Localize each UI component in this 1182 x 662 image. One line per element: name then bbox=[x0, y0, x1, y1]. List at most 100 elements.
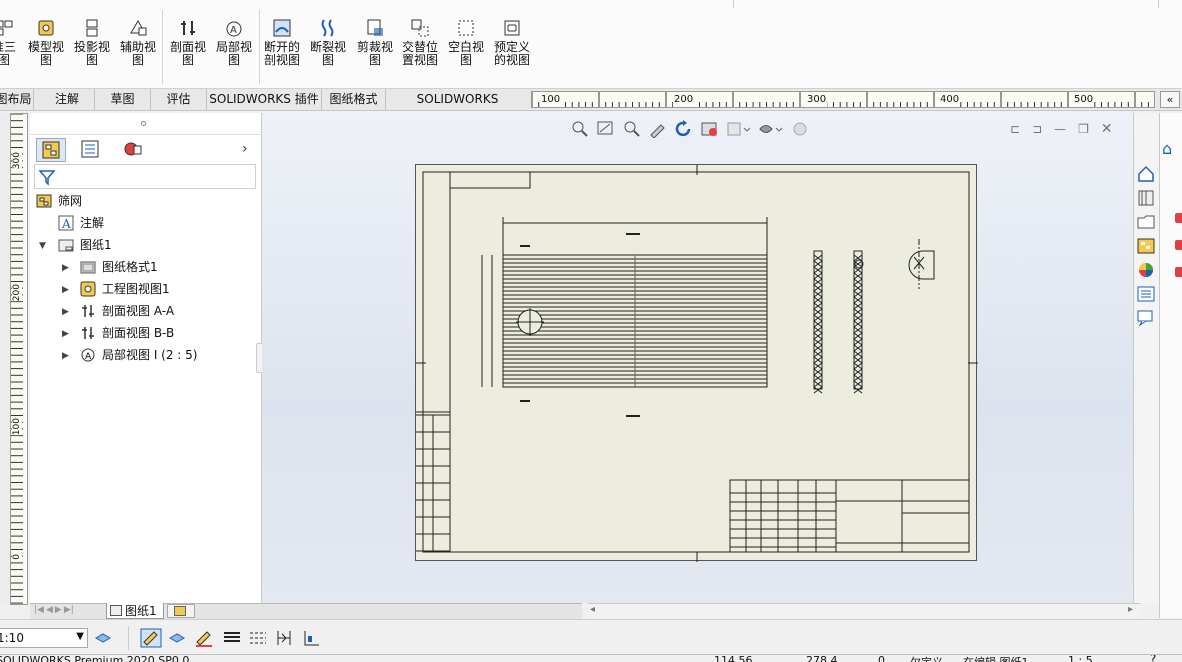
next-sheet-icon[interactable]: ▶ bbox=[55, 605, 62, 615]
tree-root-filter[interactable]: 筛网 bbox=[36, 191, 82, 211]
tree-item-drawing-view1[interactable]: 工程图视图1 bbox=[80, 279, 170, 299]
collapse-ribbon-button[interactable]: « bbox=[1160, 91, 1180, 108]
expand-right-icon[interactable]: ▶ bbox=[62, 263, 69, 273]
appearances-scenes-icon[interactable] bbox=[1136, 261, 1156, 279]
section-display-icon[interactable] bbox=[700, 120, 720, 138]
layer-icon[interactable] bbox=[94, 630, 112, 646]
layer-stack-icon[interactable] bbox=[168, 630, 186, 646]
tab-sketch[interactable]: 草图 bbox=[95, 89, 151, 110]
add-sheet-button[interactable] bbox=[167, 604, 195, 618]
help-icon[interactable]: ? bbox=[1150, 655, 1156, 662]
vertical-ruler: 300 200 100 0 bbox=[10, 113, 28, 605]
panel-tabs-chevron-right-icon[interactable]: › bbox=[242, 141, 248, 157]
tree-item-section-view-bb[interactable]: 剖面视图 B-B bbox=[80, 323, 174, 343]
ribbon-button-model-view[interactable]: 模型视 图 bbox=[28, 18, 64, 67]
ribbon-button-alternate-position-view[interactable]: 交替位 置视图 bbox=[402, 18, 438, 67]
tile-right-icon[interactable]: ⊐ bbox=[1032, 122, 1042, 136]
tab-dimxpert[interactable] bbox=[118, 138, 148, 162]
ribbon-button-empty-view[interactable]: 空白视 图 bbox=[448, 18, 484, 67]
rotate-icon[interactable] bbox=[674, 120, 694, 138]
panel-splitter[interactable] bbox=[30, 113, 262, 135]
line-style-icon[interactable] bbox=[248, 630, 268, 646]
minimize-icon[interactable]: — bbox=[1054, 122, 1066, 136]
horizontal-scrollbar[interactable]: ◂ ▸ bbox=[588, 603, 1140, 619]
last-sheet-icon[interactable]: ▶| bbox=[64, 605, 74, 615]
sheet-tab-sheet1[interactable]: 图纸1 bbox=[106, 603, 164, 619]
sketch-pencil-icon[interactable] bbox=[648, 120, 668, 138]
tab-solidworks-inspection[interactable]: SOLIDWORKS Inspection bbox=[386, 89, 529, 127]
expand-right-icon[interactable]: ▶ bbox=[62, 351, 69, 361]
close-icon[interactable]: ✕ bbox=[1101, 121, 1113, 137]
tab-annotation[interactable]: 注解 bbox=[40, 89, 95, 110]
ribbon-button-section-view[interactable]: 剖面视 图 bbox=[170, 18, 206, 67]
restore-icon[interactable]: ❐ bbox=[1078, 122, 1089, 136]
task-pane-icon-column bbox=[1136, 165, 1156, 327]
ruler-label: 100 bbox=[12, 418, 22, 436]
ribbon-button-crop-view[interactable]: 剪裁视 图 bbox=[357, 18, 393, 67]
line-thickness-pen-icon[interactable] bbox=[194, 628, 214, 648]
tab-sheet-format[interactable]: 图纸格式 bbox=[322, 89, 386, 110]
hide-show-items-icon[interactable] bbox=[758, 120, 784, 138]
red-icon[interactable] bbox=[1175, 213, 1182, 223]
hide-show-edges-icon[interactable] bbox=[274, 628, 294, 648]
tree-item-section-view-aa[interactable]: 剖面视图 A-A bbox=[80, 301, 174, 321]
tab-solidworks-addins[interactable]: SOLIDWORKS 插件 bbox=[207, 89, 322, 110]
scroll-right-icon[interactable]: ▸ bbox=[1128, 604, 1133, 615]
status-scale[interactable]: 1 : 5 bbox=[1068, 655, 1093, 662]
color-display-mode-icon[interactable] bbox=[302, 628, 322, 648]
display-style-dropdown-icon[interactable] bbox=[726, 120, 752, 138]
ribbon-top-divider bbox=[733, 0, 734, 8]
first-sheet-icon[interactable]: |◀ bbox=[34, 605, 44, 615]
red-icon[interactable] bbox=[1175, 240, 1182, 250]
tree-item-sheet1[interactable]: 图纸1 bbox=[58, 235, 112, 255]
horizontal-ruler: 100 200 300 400 500 bbox=[531, 91, 1155, 108]
ribbon-button-auxiliary-view[interactable]: 辅助视 图 bbox=[120, 18, 156, 67]
ruler-label: 0 bbox=[12, 554, 22, 560]
appearance-sphere-icon[interactable] bbox=[790, 120, 810, 138]
ribbon-button-break-view[interactable]: 断裂视 图 bbox=[310, 18, 346, 67]
tab-featuremanager[interactable] bbox=[36, 138, 66, 162]
tab-propertymanager[interactable] bbox=[76, 138, 106, 162]
ribbon-button-detail-view[interactable]: A 局部视 图 bbox=[216, 18, 252, 67]
featuremanager-icon bbox=[42, 141, 60, 159]
design-library-icon[interactable] bbox=[1136, 189, 1156, 207]
ruler-ticks bbox=[532, 92, 1149, 107]
tree-item-detail-view-i[interactable]: A 局部视图 I (2 : 5) bbox=[80, 345, 197, 365]
filter-funnel-icon bbox=[38, 170, 56, 186]
expand-right-icon[interactable]: ▶ bbox=[62, 329, 69, 339]
scroll-left-icon[interactable]: ◂ bbox=[590, 604, 595, 615]
tile-left-icon[interactable]: ⊏ bbox=[1010, 122, 1020, 136]
status-z-coord: 0 bbox=[878, 654, 885, 662]
ribbon-button-standard-3-view[interactable]: 准三 图 bbox=[0, 18, 16, 67]
expand-right-icon[interactable]: ▶ bbox=[62, 307, 69, 317]
line-color-icon[interactable] bbox=[140, 628, 162, 648]
filter-box[interactable] bbox=[34, 164, 256, 189]
section-view-icon bbox=[82, 327, 94, 339]
tree-item-sheet-format1[interactable]: 图纸格式1 bbox=[80, 257, 158, 277]
line-thickness-icon[interactable] bbox=[222, 630, 242, 646]
ribbon-button-broken-out-section[interactable]: 断开的 剖视图 bbox=[264, 18, 300, 67]
solidworks-resources-home-icon[interactable] bbox=[1136, 165, 1156, 183]
forum-chat-icon[interactable] bbox=[1136, 309, 1156, 327]
ribbon-button-predefined-view[interactable]: 预定义 的视图 bbox=[494, 18, 530, 67]
file-explorer-icon[interactable] bbox=[1136, 213, 1156, 231]
zoom-to-area-icon[interactable] bbox=[596, 120, 616, 138]
sheet-tab-label: 图纸1 bbox=[125, 604, 157, 618]
tree-item-label: 图纸1 bbox=[80, 238, 112, 252]
tab-evaluate[interactable]: 评估 bbox=[151, 89, 207, 110]
expand-down-icon[interactable]: ▼ bbox=[39, 241, 46, 251]
expand-right-icon[interactable]: ▶ bbox=[62, 285, 69, 295]
zoom-to-fit-icon[interactable] bbox=[570, 120, 590, 138]
zoom-select[interactable]: 1:10 ▼ bbox=[0, 628, 88, 648]
tab-view-layout[interactable]: 图布局 bbox=[0, 89, 34, 110]
prev-sheet-icon[interactable]: ◀ bbox=[46, 605, 53, 615]
home-icon[interactable]: ⌂ bbox=[1162, 139, 1172, 158]
previous-view-icon[interactable] bbox=[622, 120, 642, 138]
view-palette-icon[interactable] bbox=[1136, 237, 1156, 255]
custom-properties-icon[interactable] bbox=[1136, 285, 1156, 303]
tree-item-annotations[interactable]: A 注解 bbox=[58, 213, 104, 233]
red-icon[interactable] bbox=[1175, 267, 1182, 277]
sheet-nav-buttons: |◀ ◀ ▶ ▶| bbox=[34, 605, 74, 615]
drawing-sheet[interactable] bbox=[415, 164, 978, 562]
ribbon-button-projected-view[interactable]: 投影视 图 bbox=[74, 18, 110, 67]
